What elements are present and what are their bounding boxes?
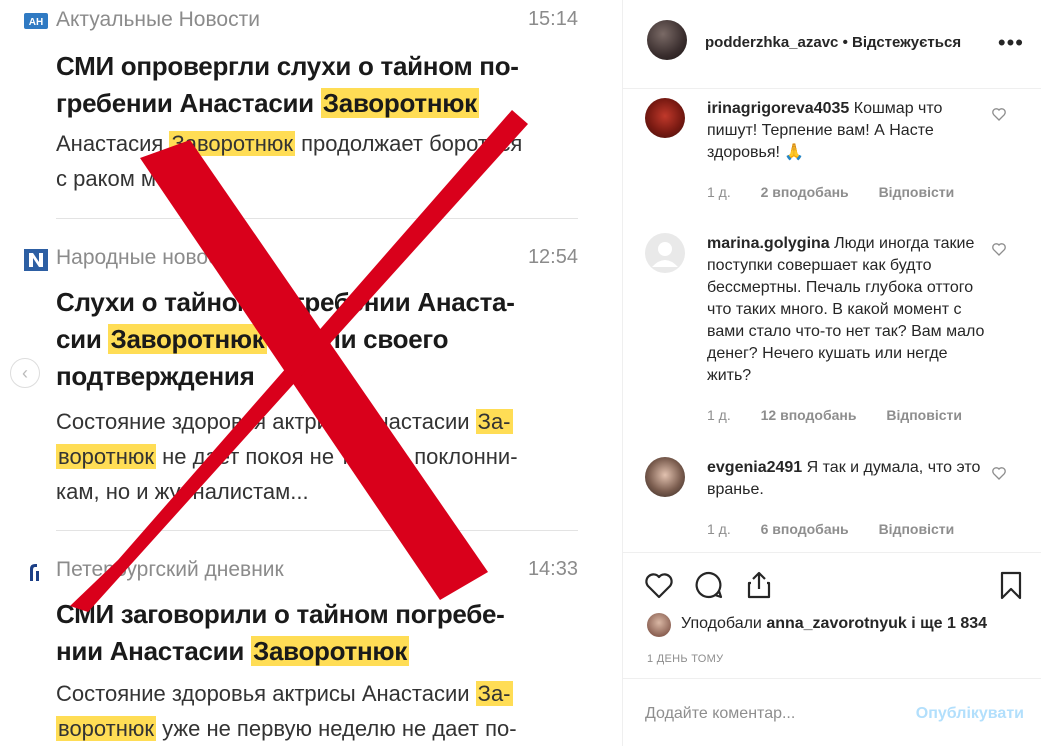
comment-likes[interactable]: 12 вподобань	[761, 407, 857, 423]
reply-button[interactable]: Відповісти	[886, 407, 962, 423]
separator-dot: •	[842, 34, 848, 51]
comment-body: marina.golygina Люди иногда такие поступ…	[707, 233, 987, 387]
avatar[interactable]	[647, 613, 671, 637]
like-comment-heart-icon[interactable]	[991, 241, 1007, 257]
avatar[interactable]	[645, 457, 685, 497]
comment-age: 1 д.	[707, 184, 731, 200]
comment-icon[interactable]	[693, 569, 725, 601]
comment-username[interactable]: evgenia2491	[707, 459, 802, 476]
previous-image-button[interactable]: ‹	[10, 358, 40, 388]
comment-text: Люди иногда такие поступки совершает как…	[707, 235, 985, 384]
avatar[interactable]	[647, 20, 687, 60]
post-time[interactable]: 1 ДЕНЬ ТОМУ	[647, 653, 723, 665]
more-options-icon[interactable]: •••	[998, 30, 1024, 56]
add-comment-row: Додайте коментар... Опублікувати	[623, 678, 1041, 747]
post-username[interactable]: podderzhka_azavc	[705, 34, 838, 51]
heart-icon[interactable]	[643, 569, 675, 601]
post-image: АН Актуальные Новости 15:14 СМИ опроверг…	[0, 0, 622, 746]
share-icon[interactable]	[743, 569, 775, 601]
default-avatar-icon	[652, 242, 678, 267]
post-panel: podderzhka_azavc • Відстежується ••• iri…	[622, 0, 1041, 746]
post-header-text: podderzhka_azavc • Відстежується	[705, 34, 961, 51]
comment-body: irinagrigoreva4035 Кошмар что пишут! Тер…	[707, 98, 987, 164]
reply-button[interactable]: Відповісти	[879, 184, 955, 200]
liked-by-count[interactable]: і ще 1 834	[911, 615, 987, 632]
comment-username[interactable]: irinagrigoreva4035	[707, 100, 849, 117]
comment-age: 1 д.	[707, 407, 731, 423]
comment-likes[interactable]: 6 вподобань	[761, 521, 849, 537]
comment-age: 1 д.	[707, 521, 731, 537]
follow-status-button[interactable]: Відстежується	[852, 34, 961, 51]
like-comment-heart-icon[interactable]	[991, 106, 1007, 122]
liked-by-user[interactable]: anna_zavorotnyuk	[766, 615, 906, 632]
red-cross-overlay	[70, 110, 528, 612]
publish-button[interactable]: Опублікувати	[916, 705, 1024, 723]
avatar[interactable]	[645, 233, 685, 273]
bookmark-icon[interactable]	[995, 569, 1027, 601]
comment-username[interactable]: marina.golygina	[707, 235, 830, 252]
liked-by-row: Уподобали anna_zavorotnyuk і ще 1 834	[647, 613, 1027, 637]
comment-likes[interactable]: 2 вподобань	[761, 184, 849, 200]
comment-meta: 1 д. 12 вподобань Відповісти	[707, 407, 988, 423]
comment-input[interactable]: Додайте коментар...	[645, 705, 795, 723]
post-header: podderzhka_azavc • Відстежується •••	[623, 0, 1041, 89]
liked-by-text: Уподобали anna_zavorotnyuk і ще 1 834	[681, 615, 988, 632]
comment-meta: 1 д. 6 вподобань Відповісти	[707, 521, 980, 537]
like-comment-heart-icon[interactable]	[991, 465, 1007, 481]
comment-body: evgenia2491 Я так и думала, что это вран…	[707, 457, 987, 501]
avatar[interactable]	[645, 98, 685, 138]
comment-meta: 1 д. 2 вподобань Відповісти	[707, 184, 980, 200]
reply-button[interactable]: Відповісти	[879, 521, 955, 537]
